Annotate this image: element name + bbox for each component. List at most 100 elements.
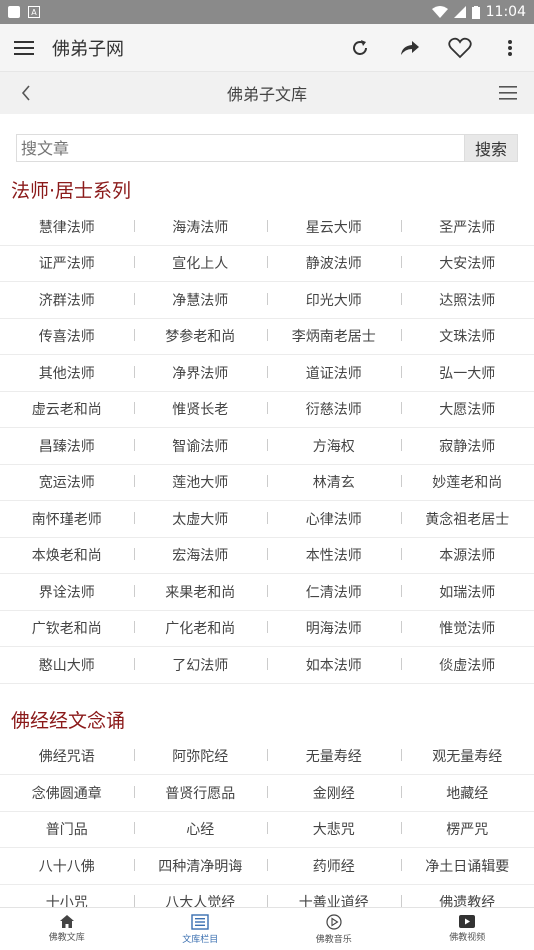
grid-link[interactable]: 仁清法师 [267, 582, 401, 602]
grid-link[interactable]: 林清玄 [267, 472, 401, 492]
tab-buddhist-video[interactable]: 佛教视频 [401, 908, 534, 950]
grid-link[interactable]: 了幻法师 [133, 655, 268, 675]
grid-row: 宽运法师 莲池大师 林清玄 妙莲老和尚 [0, 465, 534, 501]
tab-library-columns[interactable]: 文库栏目 [134, 908, 268, 950]
grid-link[interactable]: 普门品 [0, 819, 134, 839]
grid-link[interactable]: 憨山大师 [0, 655, 134, 675]
grid-link[interactable]: 佛经咒语 [0, 746, 134, 766]
grid-link[interactable]: 净土日诵辑要 [400, 856, 534, 876]
grid-link[interactable]: 衍慈法师 [267, 399, 401, 419]
grid-link[interactable]: 太虚大师 [133, 509, 268, 529]
grid-link[interactable]: 梦参老和尚 [133, 326, 268, 346]
grid-link[interactable]: 慧律法师 [0, 217, 134, 237]
grid-link[interactable]: 心经 [133, 819, 268, 839]
grid-link[interactable]: 观无量寿经 [400, 746, 534, 766]
grid-link[interactable]: 证严法师 [0, 253, 134, 273]
grid-link[interactable]: 倓虚法师 [400, 655, 534, 675]
grid-link[interactable]: 本源法师 [400, 545, 534, 565]
grid-link[interactable]: 地藏经 [400, 783, 534, 803]
search-bar: 搜索 [16, 134, 518, 162]
heart-icon[interactable] [448, 36, 472, 60]
masters-grid: 慧律法师 海涛法师 星云大师 圣严法师证严法师 宣化上人 静波法师 大安法师济群法师 净慧法师… [0, 209, 534, 684]
section-title-masters: 法师·居士系列 [11, 180, 132, 202]
grid-link[interactable]: 四种清净明诲 [133, 856, 268, 876]
grid-link[interactable]: 心律法师 [267, 509, 401, 529]
grid-link[interactable]: 如本法师 [267, 655, 401, 675]
grid-link[interactable]: 大安法师 [400, 253, 534, 273]
grid-link[interactable]: 妙莲老和尚 [400, 472, 534, 492]
grid-link[interactable]: 广钦老和尚 [0, 618, 134, 638]
grid-row: 本焕老和尚 宏海法师 本性法师 本源法师 [0, 538, 534, 574]
grid-link[interactable]: 星云大师 [267, 217, 401, 237]
grid-row: 昌臻法师 智谕法师 方海权 寂静法师 [0, 428, 534, 465]
grid-link[interactable]: 普贤行愿品 [133, 783, 268, 803]
grid-link[interactable]: 寂静法师 [400, 436, 534, 456]
grid-link[interactable]: 文珠法师 [400, 326, 534, 346]
grid-link[interactable]: 药师经 [267, 856, 401, 876]
list-icon [191, 913, 209, 930]
share-icon[interactable] [398, 36, 422, 60]
menu-icon[interactable] [12, 36, 36, 60]
grid-link[interactable]: 念佛圆通章 [0, 783, 134, 803]
grid-link[interactable]: 金刚经 [267, 783, 401, 803]
grid-link[interactable]: 海涛法师 [133, 217, 268, 237]
grid-link[interactable]: 无量寿经 [267, 746, 401, 766]
grid-link[interactable]: 传喜法师 [0, 326, 134, 346]
grid-link[interactable]: 达照法师 [400, 290, 534, 310]
list-menu-icon[interactable] [496, 81, 520, 105]
grid-link[interactable]: 界诠法师 [0, 582, 134, 602]
grid-link[interactable]: 圣严法师 [400, 217, 534, 237]
signal-icon [453, 6, 466, 18]
grid-link[interactable]: 智谕法师 [133, 436, 268, 456]
grid-link[interactable]: 惟贤长老 [133, 399, 268, 419]
grid-link[interactable]: 道证法师 [267, 363, 401, 383]
grid-link[interactable]: 净慧法师 [133, 290, 268, 310]
grid-link[interactable]: 明海法师 [267, 618, 401, 638]
grid-link[interactable]: 大悲咒 [267, 819, 401, 839]
tab-buddhist-library[interactable]: 佛教文库 [0, 908, 134, 950]
grid-link[interactable]: 宣化上人 [133, 253, 268, 273]
status-time: 11:04 [485, 4, 526, 20]
grid-link[interactable]: 阿弥陀经 [133, 746, 268, 766]
grid-link[interactable]: 黄念祖老居士 [400, 509, 534, 529]
grid-row: 慧律法师 海涛法师 星云大师 圣严法师 [0, 209, 534, 246]
grid-row: 念佛圆通章 普贤行愿品 金刚经 地藏经 [0, 775, 534, 812]
grid-link[interactable]: 如瑞法师 [400, 582, 534, 602]
app-bar: 佛弟子网 [0, 24, 534, 72]
play-circle-icon [326, 913, 342, 930]
grid-row: 济群法师 净慧法师 印光大师 达照法师 [0, 282, 534, 319]
grid-link[interactable]: 来果老和尚 [133, 582, 268, 602]
grid-link[interactable]: 南怀瑾老师 [0, 509, 134, 529]
grid-link[interactable]: 本焕老和尚 [0, 545, 134, 565]
more-vert-icon[interactable] [498, 36, 522, 60]
grid-link[interactable]: 惟觉法师 [400, 618, 534, 638]
grid-link[interactable]: 净界法师 [133, 363, 268, 383]
grid-link[interactable]: 楞严咒 [400, 819, 534, 839]
grid-link[interactable]: 莲池大师 [133, 472, 268, 492]
grid-link[interactable]: 李炳南老居士 [267, 326, 401, 346]
tab-buddhist-music[interactable]: 佛教音乐 [267, 908, 401, 950]
grid-link[interactable]: 济群法师 [0, 290, 134, 310]
grid-link[interactable]: 广化老和尚 [133, 618, 268, 638]
app-title: 佛弟子网 [52, 38, 124, 60]
grid-link[interactable]: 大愿法师 [400, 399, 534, 419]
notification-icon [8, 6, 20, 18]
grid-link[interactable]: 其他法师 [0, 363, 134, 383]
grid-link[interactable]: 印光大师 [267, 290, 401, 310]
page-title: 佛弟子文库 [226, 85, 307, 104]
grid-link[interactable]: 昌臻法师 [0, 436, 134, 456]
search-button[interactable]: 搜索 [464, 134, 518, 162]
grid-link[interactable]: 八十八佛 [0, 856, 134, 876]
grid-link[interactable]: 方海权 [267, 436, 401, 456]
refresh-icon[interactable] [348, 36, 372, 60]
grid-link[interactable]: 宏海法师 [133, 545, 268, 565]
back-chevron-icon[interactable] [14, 81, 38, 105]
grid-link[interactable]: 本性法师 [267, 545, 401, 565]
search-input[interactable] [16, 134, 464, 162]
grid-link[interactable]: 虚云老和尚 [0, 399, 134, 419]
sutras-grid: 佛经咒语 阿弥陀经 无量寿经 观无量寿经念佛圆通章 普贤行愿品 金刚经 地藏经普门品 心经 大悲… [0, 739, 534, 921]
section-title-sutras: 佛经经文念诵 [11, 709, 126, 732]
grid-link[interactable]: 宽运法师 [0, 472, 134, 492]
grid-link[interactable]: 弘一大师 [400, 363, 534, 383]
grid-link[interactable]: 静波法师 [267, 253, 401, 273]
